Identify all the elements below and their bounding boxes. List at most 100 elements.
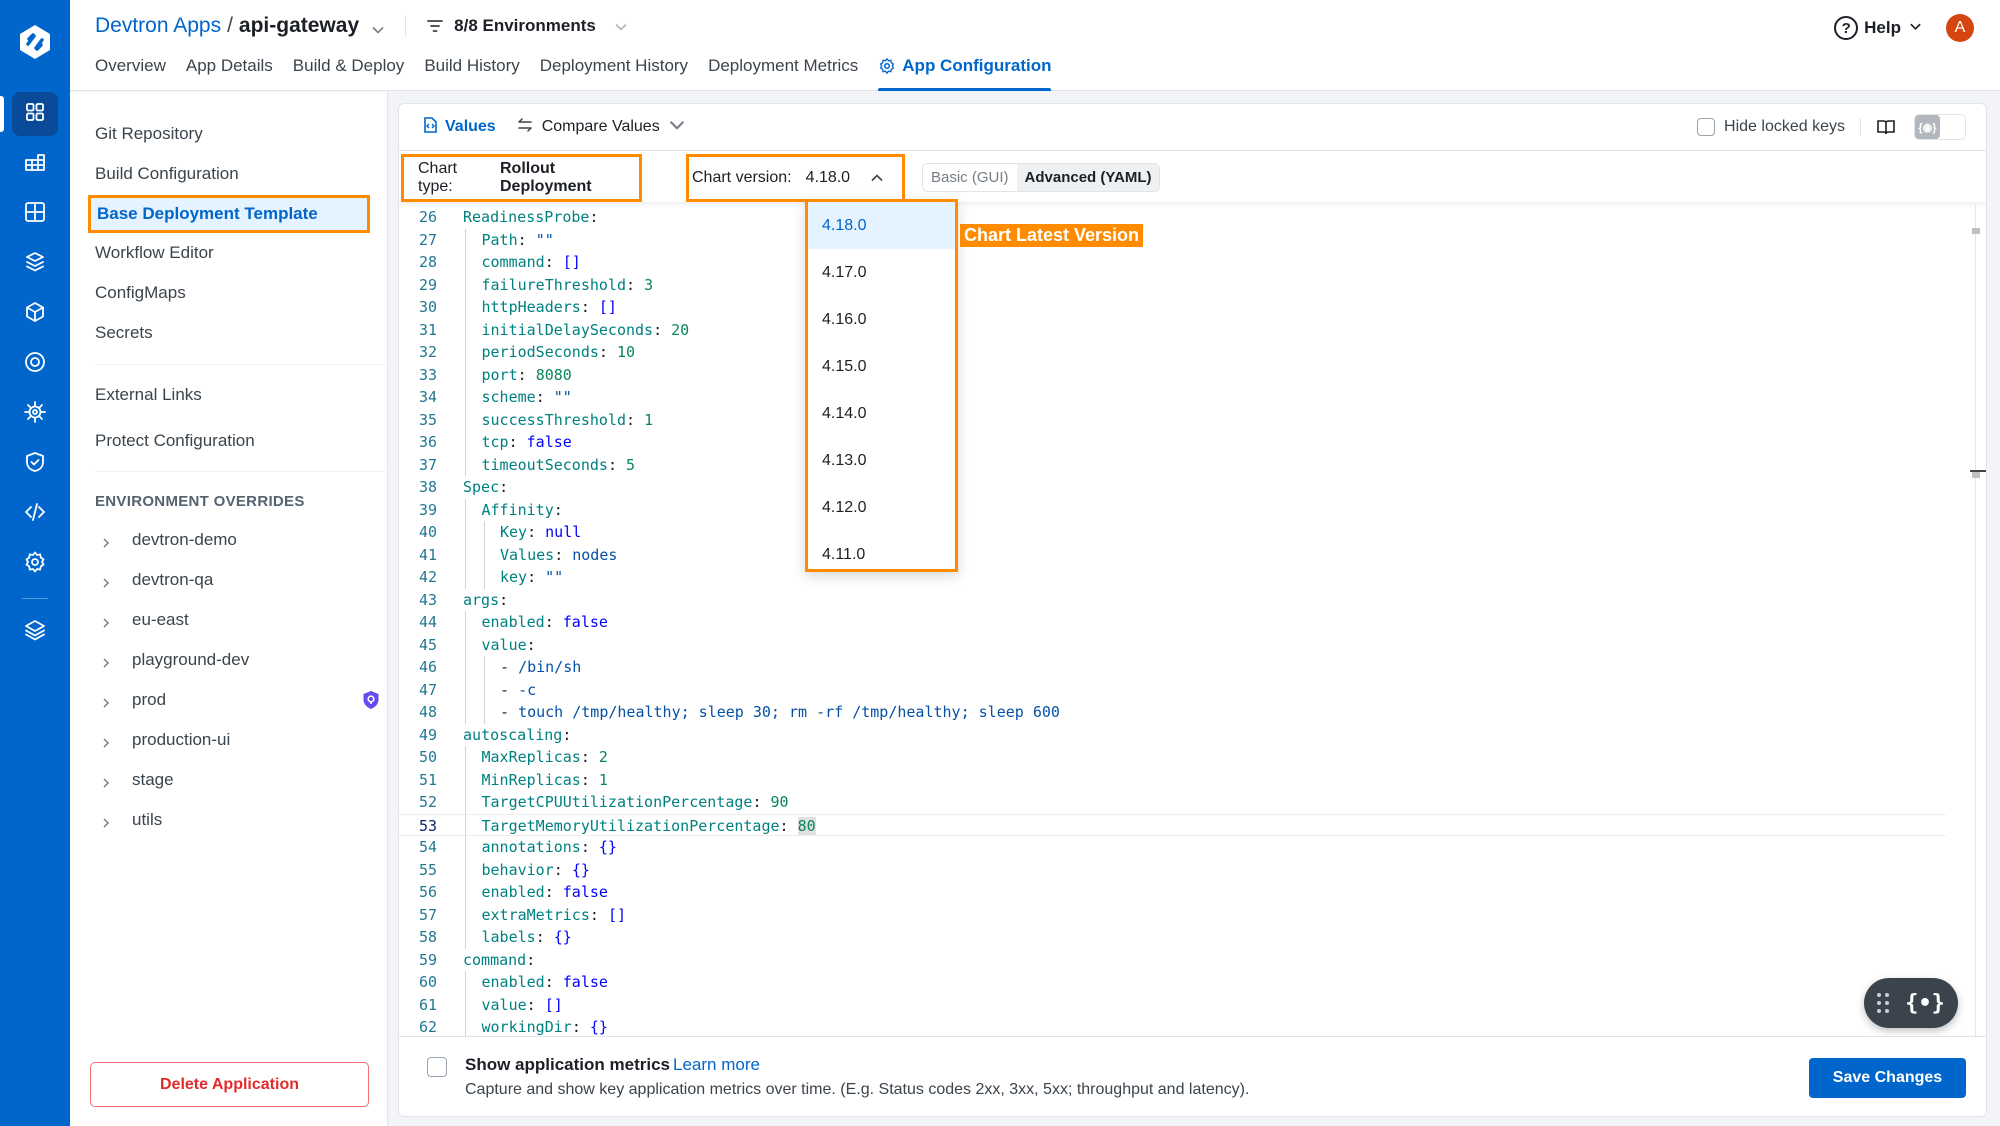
code-line[interactable]: 61 value: []: [399, 994, 1946, 1017]
code-line[interactable]: 58 labels: {}: [399, 926, 1946, 949]
braces-dot-icon[interactable]: {•}: [1905, 991, 1945, 1016]
code-line[interactable]: 43 args:: [399, 589, 1946, 612]
breadcrumb-devtron-apps[interactable]: Devtron Apps: [95, 14, 221, 38]
code-line[interactable]: 44 enabled: false: [399, 611, 1946, 634]
env-item-utils[interactable]: utils: [100, 810, 380, 830]
code-line[interactable]: 40 Key: null: [399, 521, 1946, 544]
env-item-production-ui[interactable]: production-ui: [100, 730, 380, 750]
nav-deployments[interactable]: [12, 292, 58, 336]
code-line[interactable]: 28 command: []: [399, 251, 1946, 274]
yaml-editor[interactable]: 26 ReadinessProbe: 27 Path: "" 28 command: []…: [399, 204, 1986, 1036]
code-line[interactable]: 30 httpHeaders: []: [399, 296, 1946, 319]
code-line[interactable]: 51 MinReplicas: 1: [399, 769, 1946, 792]
sidebar-item-base-deployment-template[interactable]: Base Deployment Template: [88, 195, 370, 233]
show-metrics-checkbox[interactable]: [427, 1057, 447, 1077]
code-line[interactable]: 60 enabled: false: [399, 971, 1946, 994]
code-line[interactable]: 54 annotations: {}: [399, 836, 1946, 859]
mode-advanced-yaml[interactable]: Advanced (YAML): [1016, 164, 1160, 191]
sidebar-item-workflow-editor[interactable]: Workflow Editor: [95, 243, 214, 263]
delete-application-button[interactable]: Delete Application: [90, 1062, 369, 1107]
sidebar-item-configmaps[interactable]: ConfigMaps: [95, 283, 186, 303]
code-line[interactable]: 39 Affinity:: [399, 499, 1946, 522]
environment-filter[interactable]: 8/8 Environments: [426, 16, 628, 36]
hide-locked-keys-checkbox[interactable]: [1697, 118, 1716, 136]
code-line[interactable]: 26 ReadinessProbe:: [399, 206, 1946, 229]
drag-handle-icon[interactable]: [1877, 993, 1890, 1013]
view-mode-toggle[interactable]: {◉}: [1914, 114, 1966, 140]
code-line[interactable]: 48 - touch /tmp/healthy; sleep 30; rm -rf…: [399, 701, 1946, 724]
tab-app-details[interactable]: App Details: [186, 56, 273, 91]
chart-version-selector[interactable]: Chart version: 4.18.0: [686, 154, 905, 202]
code-line[interactable]: 49 autoscaling:: [399, 724, 1946, 747]
nav-policies[interactable]: [12, 442, 58, 486]
env-item-playground-dev[interactable]: playground-dev: [100, 650, 380, 670]
nav-code[interactable]: [12, 492, 58, 536]
code-line[interactable]: 42 key: "": [399, 566, 1946, 589]
code-line[interactable]: 52 TargetCPUUtilizationPercentage: 90: [399, 791, 1946, 814]
nav-applications[interactable]: [12, 92, 58, 136]
code-line[interactable]: 55 behavior: {}: [399, 859, 1946, 882]
values-tab[interactable]: Values: [421, 116, 496, 139]
code-line[interactable]: 57 extraMetrics: []: [399, 904, 1946, 927]
code-line[interactable]: 38 Spec:: [399, 476, 1946, 499]
code-line[interactable]: 32 periodSeconds: 10: [399, 341, 1946, 364]
code-line[interactable]: 62 workingDir: {}: [399, 1016, 1946, 1036]
help-button[interactable]: ? Help: [1834, 16, 1922, 40]
tab-app-configuration[interactable]: App Configuration: [878, 56, 1052, 91]
tab-build-history[interactable]: Build History: [424, 56, 519, 91]
env-item-prod[interactable]: prod: [100, 690, 380, 710]
version-option[interactable]: 4.15.0: [808, 343, 955, 390]
tab-deployment-metrics[interactable]: Deployment Metrics: [708, 56, 858, 91]
code-line[interactable]: 53 TargetMemoryUtilizationPercentage: 80: [399, 813, 1946, 836]
code-line[interactable]: 35 successThreshold: 1: [399, 409, 1946, 432]
code-line[interactable]: 37 timeoutSeconds: 5: [399, 454, 1946, 477]
nav-security[interactable]: [12, 342, 58, 386]
code-line[interactable]: 34 scheme: "": [399, 386, 1946, 409]
app-switcher-chevron-icon[interactable]: [371, 19, 385, 34]
code-line[interactable]: 47 - -c: [399, 679, 1946, 702]
code-line[interactable]: 33 port: 8080: [399, 364, 1946, 387]
learn-more-link[interactable]: Learn more: [673, 1055, 760, 1075]
code-line[interactable]: 45 value:: [399, 634, 1946, 657]
nav-global-config[interactable]: [12, 542, 58, 586]
code-line[interactable]: 29 failureThreshold: 3: [399, 274, 1946, 297]
nav-charts[interactable]: [12, 242, 58, 286]
version-option[interactable]: 4.11.0: [808, 531, 955, 569]
code-line[interactable]: 59 command:: [399, 949, 1946, 972]
version-option[interactable]: 4.13.0: [808, 437, 955, 484]
nav-kubernetes[interactable]: [12, 392, 58, 436]
code-line[interactable]: 56 enabled: false: [399, 881, 1946, 904]
nav-application-groups[interactable]: [12, 142, 58, 186]
book-open-icon[interactable]: [1876, 117, 1896, 137]
sidebar-item-build-configuration[interactable]: Build Configuration: [95, 164, 239, 184]
save-changes-button[interactable]: Save Changes: [1809, 1058, 1966, 1098]
version-option[interactable]: 4.12.0: [808, 484, 955, 531]
chart-type-selector[interactable]: Chart type: Rollout Deployment: [401, 154, 642, 202]
env-item-stage[interactable]: stage: [100, 770, 380, 790]
sidebar-item-secrets[interactable]: Secrets: [95, 323, 153, 343]
sidebar-item-git-repository[interactable]: Git Repository: [95, 124, 203, 144]
editor-scrollbar[interactable]: [1975, 204, 1976, 1036]
user-avatar[interactable]: A: [1946, 14, 1974, 42]
env-item-devtron-demo[interactable]: devtron-demo: [100, 530, 380, 550]
code-line[interactable]: 46 - /bin/sh: [399, 656, 1946, 679]
version-option[interactable]: 4.17.0: [808, 249, 955, 296]
mode-basic-gui[interactable]: Basic (GUI): [923, 164, 1017, 191]
env-item-eu-east[interactable]: eu-east: [100, 610, 380, 630]
code-line[interactable]: 36 tcp: false: [399, 431, 1946, 454]
nav-resource-browser[interactable]: [12, 192, 58, 236]
version-option[interactable]: 4.18.0: [808, 202, 955, 249]
floating-action-pill[interactable]: {•}: [1864, 978, 1958, 1028]
compare-values-dropdown[interactable]: Compare Values: [516, 116, 694, 139]
code-line[interactable]: 27 Path: "": [399, 229, 1946, 252]
env-item-devtron-qa[interactable]: devtron-qa: [100, 570, 380, 590]
devtron-logo-icon[interactable]: [15, 22, 55, 62]
code-line[interactable]: 50 MaxReplicas: 2: [399, 746, 1946, 769]
sidebar-item-external-links[interactable]: External Links: [95, 385, 202, 405]
sidebar-item-protect-configuration[interactable]: Protect Configuration: [95, 431, 255, 451]
version-option[interactable]: 4.14.0: [808, 390, 955, 437]
tab-deployment-history[interactable]: Deployment History: [540, 56, 688, 91]
code-line[interactable]: 41 Values: nodes: [399, 544, 1946, 567]
tab-build-deploy[interactable]: Build & Deploy: [293, 56, 405, 91]
version-option[interactable]: 4.16.0: [808, 296, 955, 343]
